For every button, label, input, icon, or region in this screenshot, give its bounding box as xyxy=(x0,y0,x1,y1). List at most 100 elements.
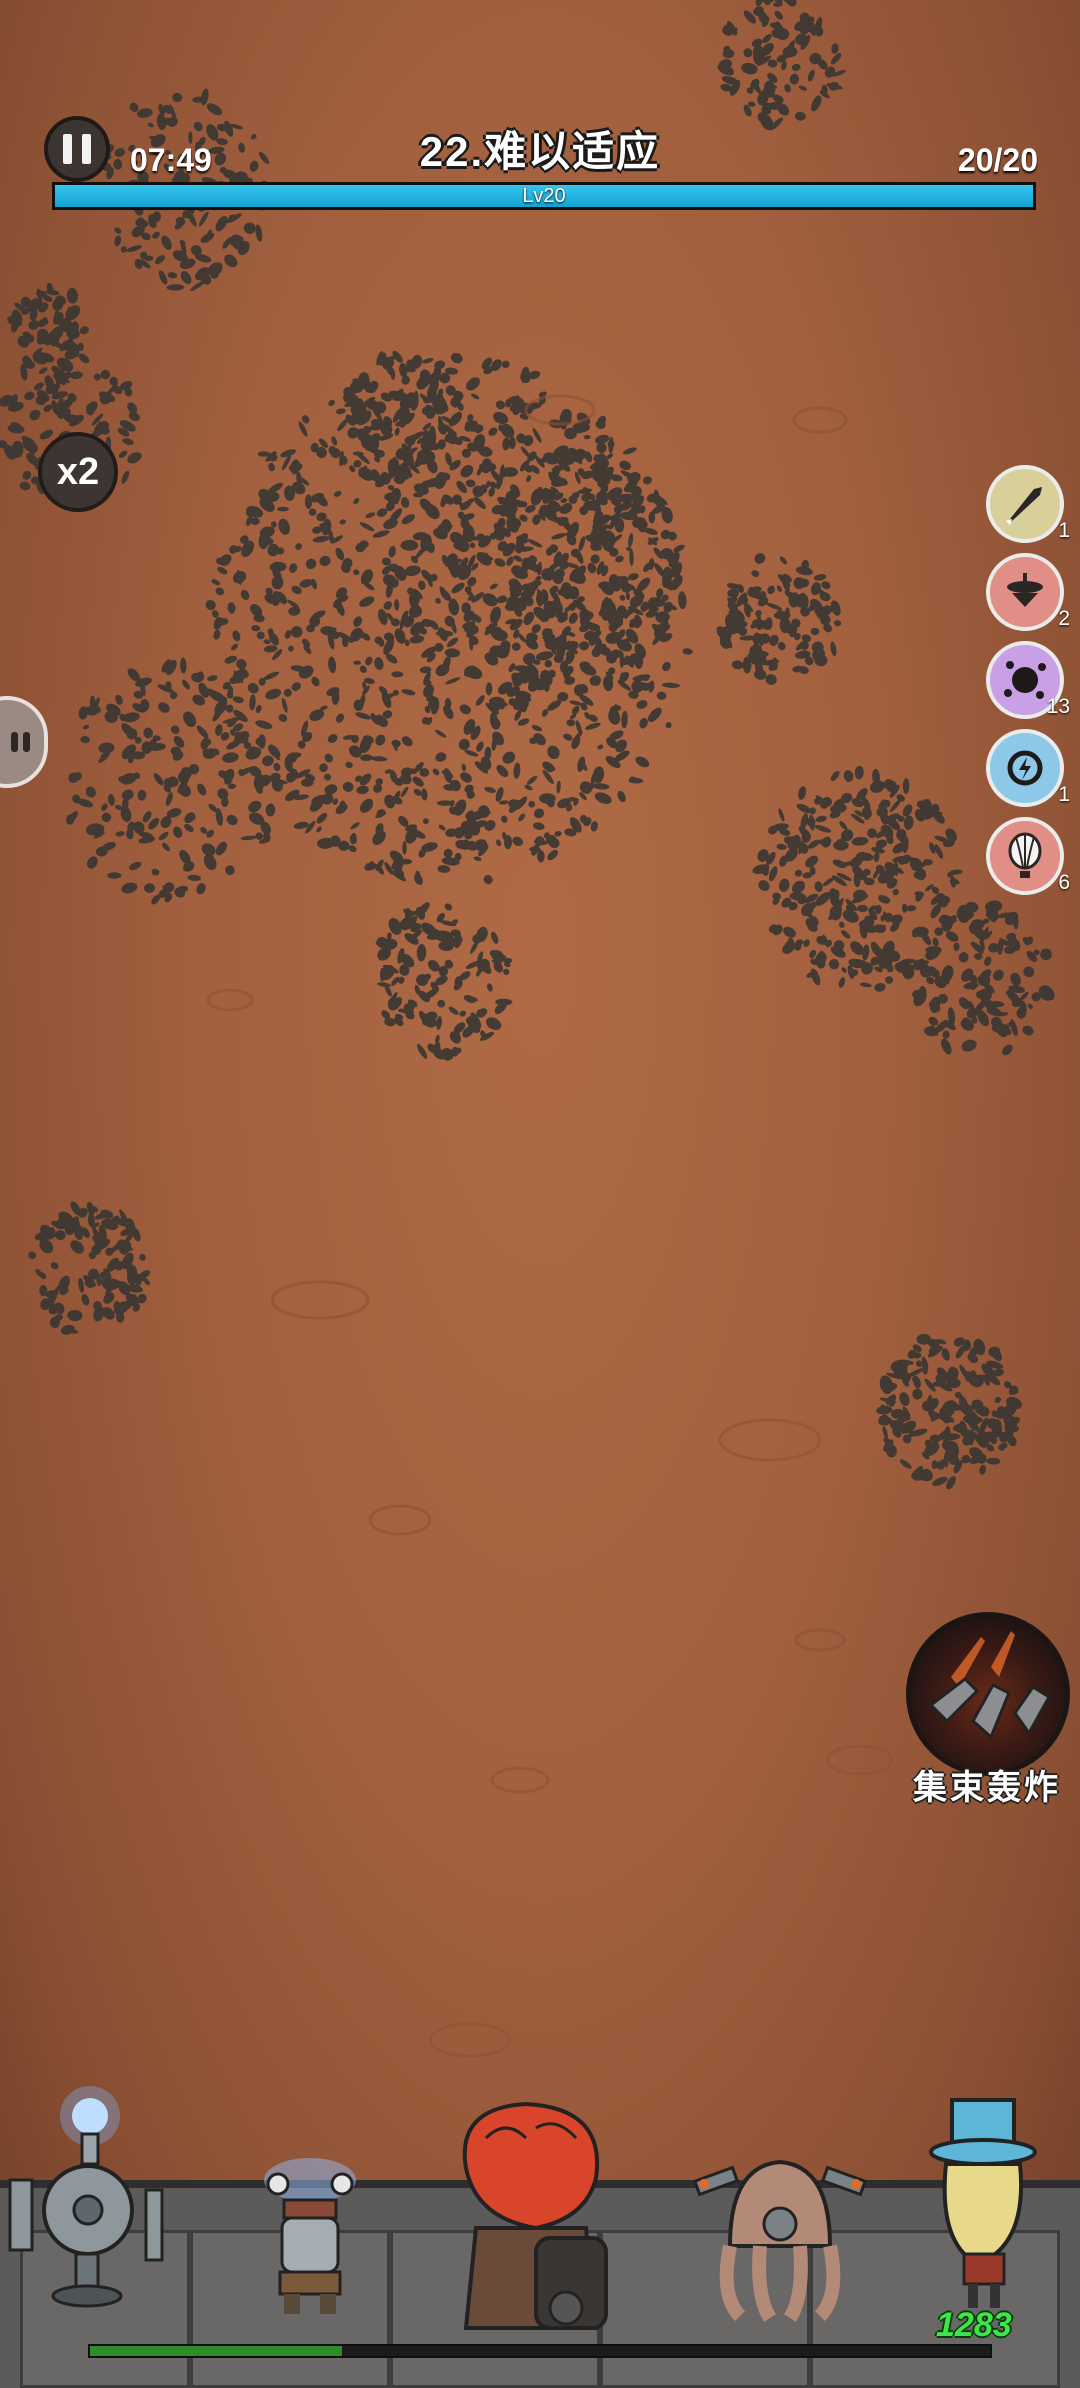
enemy-unit xyxy=(682,648,693,655)
enemy-unit xyxy=(498,800,509,805)
enemy-unit xyxy=(375,734,386,746)
enemy-unit xyxy=(463,995,476,1003)
enemy-unit xyxy=(903,815,914,830)
enemy-unit xyxy=(774,10,783,20)
enemy-unit xyxy=(628,573,639,581)
enemy-unit xyxy=(839,921,845,928)
enemy-unit xyxy=(437,999,446,1008)
enemy-unit xyxy=(319,763,328,773)
enemy-unit xyxy=(798,85,807,91)
enemy-unit xyxy=(496,839,502,847)
enemy-unit xyxy=(139,1254,146,1261)
enemy-unit xyxy=(876,1405,893,1415)
enemy-unit xyxy=(187,874,201,882)
enemy-unit xyxy=(814,825,832,833)
enemy-unit xyxy=(353,569,360,576)
drone-ufo-icon xyxy=(1007,573,1043,607)
enemy-unit xyxy=(513,555,523,562)
enemy-unit xyxy=(137,789,147,801)
enemy-unit xyxy=(356,785,369,795)
enemy-unit xyxy=(912,1388,923,1400)
enemy-unit xyxy=(821,581,831,590)
enemy-unit xyxy=(841,967,847,973)
enemy-unit xyxy=(473,856,482,861)
enemy-unit xyxy=(327,733,338,744)
enemy-unit xyxy=(494,558,506,567)
enemy-unit xyxy=(942,1030,950,1039)
enemy-unit xyxy=(832,859,847,869)
enemy-unit xyxy=(902,804,913,817)
enemy-unit xyxy=(1002,1044,1013,1056)
cluster-missile-icon xyxy=(928,1631,1052,1740)
enemy-unit xyxy=(990,1459,1000,1465)
enemy-unit xyxy=(469,542,476,549)
cluster-bombing-button[interactable] xyxy=(906,1612,1070,1776)
enemy-unit xyxy=(460,464,474,478)
enemy-unit xyxy=(364,862,377,871)
enemy-unit xyxy=(284,630,292,639)
enemy-unit xyxy=(79,326,89,335)
enemy-unit xyxy=(243,222,256,234)
enemy-unit xyxy=(319,555,331,567)
enemy-unit xyxy=(115,694,123,705)
enemy-unit xyxy=(501,360,510,369)
enemy-unit xyxy=(180,271,192,285)
enemy-unit xyxy=(678,591,687,610)
enemy-unit xyxy=(222,752,239,763)
enemy-unit xyxy=(621,710,628,729)
enemy-unit xyxy=(779,556,787,565)
enemy-unit xyxy=(772,892,782,900)
enemy-unit xyxy=(391,739,401,748)
enemy-unit xyxy=(262,755,274,767)
enemy-unit xyxy=(932,937,939,947)
enemy-unit xyxy=(830,770,840,781)
enemy-unit xyxy=(901,903,908,913)
enemy-unit xyxy=(121,470,130,484)
enemy-unit xyxy=(1022,1025,1034,1036)
enemy-unit xyxy=(1040,948,1052,961)
enemy-unit xyxy=(115,831,125,837)
enemy-unit xyxy=(265,803,276,817)
enemy-unit xyxy=(290,626,303,638)
enemy-unit xyxy=(556,780,561,794)
speed-toggle-button[interactable]: x2 xyxy=(38,432,118,512)
enemy-unit xyxy=(648,511,656,524)
enemy-unit xyxy=(471,393,480,400)
enemy-unit xyxy=(277,506,289,512)
enemy-unit xyxy=(353,616,363,627)
enemy-unit xyxy=(531,725,543,732)
enemy-unit xyxy=(526,775,538,785)
enemy-unit xyxy=(458,738,470,751)
enemy-unit xyxy=(173,826,183,838)
enemy-unit xyxy=(335,547,345,561)
enemy-unit xyxy=(377,608,388,626)
enemy-unit xyxy=(126,245,143,253)
enemy-unit xyxy=(416,944,427,962)
enemy-unit xyxy=(828,959,840,970)
enemy-unit xyxy=(334,490,342,497)
enemy-unit xyxy=(256,631,265,640)
enemy-unit xyxy=(374,657,384,671)
enemy-unit xyxy=(394,599,400,611)
enemy-unit xyxy=(394,427,400,436)
enemy-unit xyxy=(869,780,885,793)
enemy-unit xyxy=(444,903,453,911)
enemy-unit xyxy=(122,438,134,446)
enemy-unit xyxy=(474,839,488,852)
enemy-unit xyxy=(485,682,493,696)
enemy-unit xyxy=(353,497,360,505)
skill-count: 1 xyxy=(1058,783,1070,806)
enemy-unit xyxy=(127,452,142,464)
enemy-unit xyxy=(625,591,630,601)
enemy-unit xyxy=(889,798,902,813)
enemy-unit xyxy=(791,63,801,71)
enemy-unit xyxy=(39,429,53,440)
enemy-unit xyxy=(401,689,416,696)
enemy-unit xyxy=(401,514,415,525)
enemy-unit xyxy=(263,645,278,653)
enemy-unit xyxy=(359,522,375,532)
enemy-unit xyxy=(226,213,242,224)
enemy-unit xyxy=(554,831,562,837)
enemy-unit xyxy=(968,1370,978,1386)
skill-list: 1 2 13 1 6 xyxy=(986,465,1070,905)
